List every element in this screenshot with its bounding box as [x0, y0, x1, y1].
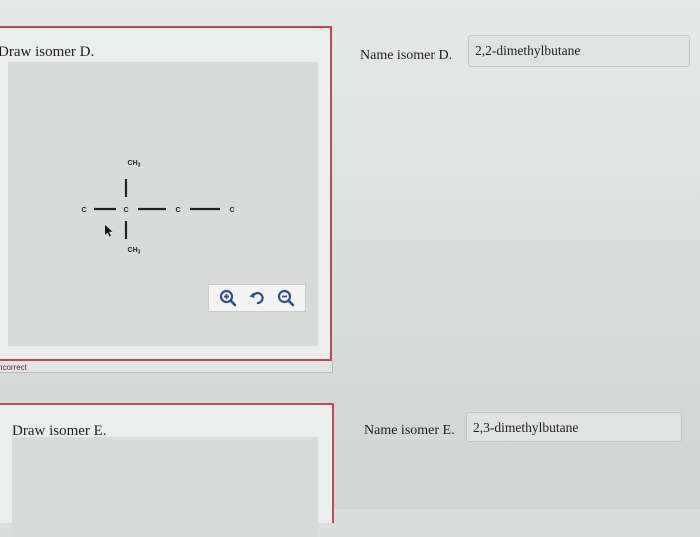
isomer-d-drawing-canvas[interactable]: C C C C CH3 CH3	[8, 62, 318, 346]
undo-icon[interactable]	[246, 287, 268, 309]
isomer-d-structure[interactable]: C C C C CH3 CH3	[80, 157, 240, 267]
drawing-toolbar	[208, 284, 306, 312]
atom-c3: C	[175, 207, 180, 214]
atom-c1: C	[81, 207, 86, 214]
zoom-out-icon[interactable]	[275, 287, 297, 309]
arrow-cursor-icon	[105, 225, 113, 237]
atom-ch3-top: CH3	[128, 160, 141, 169]
atom-ch3-bottom: CH3	[128, 247, 141, 256]
isomer-e-name-input[interactable]: 2,3-dimethylbutane	[466, 412, 682, 442]
isomer-e-drawing-canvas[interactable]	[12, 437, 318, 537]
isomer-d-name-label: Name isomer D.	[360, 48, 453, 63]
zoom-in-icon[interactable]	[217, 287, 239, 309]
atom-c4: C	[229, 207, 234, 214]
isomer-d-prompt: Draw isomer D.	[0, 44, 95, 60]
isomer-d-feedback-status: ncorrect	[0, 363, 27, 372]
isomer-d-panel: Draw isomer D. C C C C CH3 CH3	[0, 26, 332, 361]
isomer-d-name-input[interactable]: 2,2-dimethylbutane	[468, 35, 690, 67]
isomer-d-feedback-box	[0, 361, 333, 373]
isomer-e-name-label: Name isomer E.	[364, 423, 455, 438]
isomer-d-feedback-row: ncorrect	[0, 361, 333, 374]
isomer-e-panel: Draw isomer E.	[0, 403, 334, 537]
atom-c2: C	[123, 207, 128, 214]
